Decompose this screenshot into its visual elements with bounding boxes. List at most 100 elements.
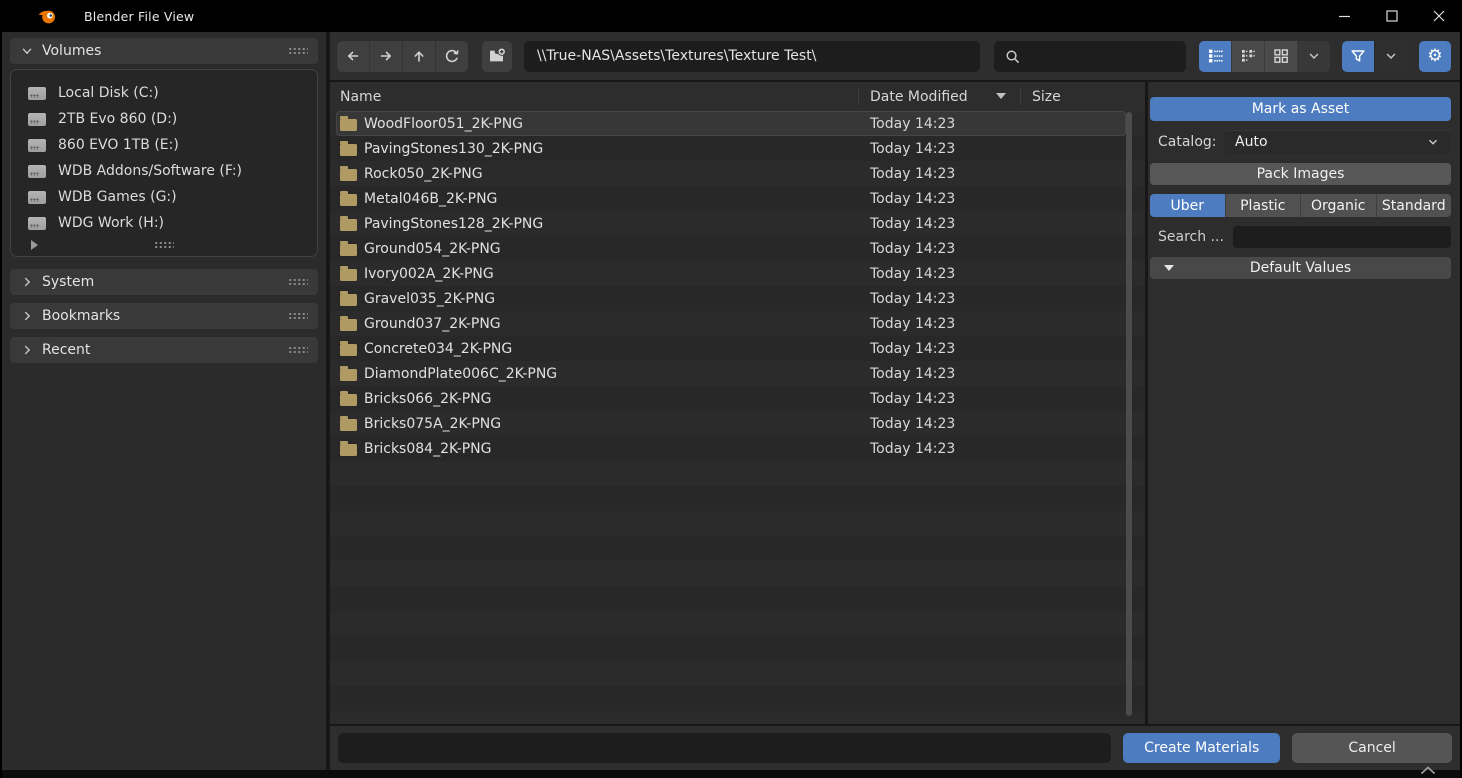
maximize-button[interactable] (1368, 0, 1415, 32)
path-text: \\True-NAS\Assets\Textures\Texture Test\ (537, 48, 816, 64)
file-row[interactable]: DiamondPlate006C_2K-PNGToday 14:23 (336, 361, 1126, 386)
section-label: System (42, 274, 94, 290)
material-type-organic[interactable]: Organic (1301, 194, 1377, 217)
file-row[interactable]: Ground037_2K-PNGToday 14:23 (336, 311, 1126, 336)
file-row[interactable]: WoodFloor051_2K-PNG Today 14:23 (336, 111, 1126, 136)
chevron-up-icon[interactable] (1420, 759, 1436, 778)
chevron-down-icon (1383, 48, 1399, 64)
file-row[interactable]: Metal046B_2K-PNGToday 14:23 (336, 186, 1126, 211)
file-row[interactable]: Concrete034_2K-PNGToday 14:23 (336, 336, 1126, 361)
path-input[interactable]: \\True-NAS\Assets\Textures\Texture Test\ (524, 41, 980, 72)
file-row[interactable]: Ground054_2K-PNGToday 14:23 (336, 236, 1126, 261)
grip-handle-icon[interactable] (288, 312, 308, 320)
volume-item[interactable]: 2TB Evo 860 (D:) (11, 106, 317, 132)
arrow-right-icon (377, 47, 395, 65)
volume-item[interactable]: WDB Games (G:) (11, 184, 317, 210)
grip-handle-icon[interactable] (288, 47, 308, 55)
folder-icon (340, 244, 357, 256)
sidebar-section-bookmarks[interactable]: Bookmarks (10, 303, 318, 329)
filename-input[interactable] (338, 733, 1111, 763)
sort-descending-icon[interactable] (996, 93, 1006, 99)
filter-button[interactable] (1342, 41, 1374, 72)
default-values-label: Default Values (1250, 260, 1351, 276)
file-name: WoodFloor051_2K-PNG (364, 116, 523, 132)
file-row[interactable]: PavingStones128_2K-PNGToday 14:23 (336, 211, 1126, 236)
folder-icon (340, 444, 357, 456)
resize-grip-icon[interactable] (154, 241, 174, 249)
refresh-icon (443, 47, 461, 65)
main-area: \\True-NAS\Assets\Textures\Texture Test\ (330, 32, 1460, 770)
filter-dropdown[interactable] (1374, 41, 1407, 72)
file-row[interactable]: Rock050_2K-PNGToday 14:23 (336, 161, 1126, 186)
file-row[interactable]: Gravel035_2K-PNGToday 14:23 (336, 286, 1126, 311)
volume-item[interactable]: WDG Work (H:) (11, 210, 317, 236)
settings-button[interactable]: ⚙ (1419, 41, 1451, 72)
file-name: Concrete034_2K-PNG (364, 341, 512, 357)
catalog-value: Auto (1235, 134, 1268, 150)
new-folder-button[interactable] (482, 41, 512, 72)
sidebar-section-volumes[interactable]: Volumes (10, 38, 318, 64)
arrow-up-icon (410, 47, 428, 65)
close-button[interactable] (1415, 0, 1462, 32)
right-panel: Mark as Asset Catalog: Auto Pack Images … (1148, 82, 1460, 724)
material-type-plastic[interactable]: Plastic (1226, 194, 1302, 217)
folder-icon (340, 369, 357, 381)
filter-controls (1342, 41, 1407, 72)
search-icon (1004, 48, 1021, 65)
default-values-header[interactable]: Default Values (1150, 257, 1451, 279)
minimize-button[interactable] (1321, 0, 1368, 32)
search-input[interactable] (994, 41, 1186, 72)
window-controls (1321, 0, 1462, 32)
volume-item[interactable]: 860 EVO 1TB (E:) (11, 132, 317, 158)
file-row[interactable]: Ivory002A_2K-PNGToday 14:23 (336, 261, 1126, 286)
file-browser-editor: Volumes Local Disk (C:)2TB Evo 860 (D:)8… (2, 32, 1460, 770)
volume-item[interactable]: WDB Addons/Software (F:) (11, 158, 317, 184)
section-label: Bookmarks (42, 308, 120, 324)
footer-bar: Create Materials Cancel (330, 726, 1460, 770)
file-date-modified: Today 14:23 (870, 116, 955, 132)
volume-item[interactable]: Local Disk (C:) (11, 80, 317, 106)
window-bottom-edge (2, 770, 1460, 778)
vertical-list-icon (1206, 47, 1224, 65)
up-directory-button[interactable] (403, 41, 436, 72)
file-date-modified: Today 14:23 (870, 416, 955, 432)
pack-images-button[interactable]: Pack Images (1150, 163, 1451, 185)
horizontal-list-view-button[interactable] (1232, 41, 1265, 72)
column-header-date-modified[interactable]: Date Modified (870, 89, 968, 105)
mark-as-asset-button[interactable]: Mark as Asset (1150, 97, 1451, 121)
material-type-uber[interactable]: Uber (1150, 194, 1226, 217)
panel-search-row: Search ... (1150, 226, 1451, 248)
sidebar-section-system[interactable]: System (10, 269, 318, 295)
forward-button[interactable] (370, 41, 403, 72)
catalog-dropdown[interactable]: Auto (1224, 130, 1451, 154)
display-settings-dropdown[interactable] (1298, 41, 1330, 72)
file-date-modified: Today 14:23 (870, 366, 955, 382)
vertical-list-view-button[interactable] (1199, 41, 1232, 72)
expand-arrow-icon[interactable] (31, 240, 38, 250)
column-header-row: Name Date Modified Size (330, 82, 1145, 111)
file-row[interactable]: Bricks084_2K-PNGToday 14:23 (336, 436, 1126, 461)
file-row[interactable]: Bricks075A_2K-PNGToday 14:23 (336, 411, 1126, 436)
file-name: Rock050_2K-PNG (364, 166, 483, 182)
file-row[interactable]: Bricks066_2K-PNGToday 14:23 (336, 386, 1126, 411)
file-list-body: WoodFloor051_2K-PNG Today 14:23 PavingSton… (330, 111, 1145, 724)
sidebar-section-recent[interactable]: Recent (10, 337, 318, 363)
back-button[interactable] (337, 41, 370, 72)
folder-icon (340, 194, 357, 206)
folder-icon (340, 269, 357, 281)
panel-search-input[interactable] (1233, 226, 1451, 248)
create-materials-button[interactable]: Create Materials (1123, 733, 1280, 763)
folder-icon (340, 219, 357, 231)
file-date-modified: Today 14:23 (870, 241, 955, 257)
blender-file-view-window: Blender File View Volumes Local Disk (C:… (0, 0, 1462, 778)
column-header-name[interactable]: Name (340, 89, 381, 105)
chevron-down-icon (20, 44, 34, 58)
vertical-scrollbar[interactable] (1126, 112, 1132, 716)
material-type-standard[interactable]: Standard (1377, 194, 1452, 217)
grip-handle-icon[interactable] (288, 278, 308, 286)
thumbnail-view-button[interactable] (1265, 41, 1298, 72)
file-row[interactable]: PavingStones130_2K-PNGToday 14:23 (336, 136, 1126, 161)
column-header-size[interactable]: Size (1032, 89, 1061, 105)
refresh-button[interactable] (436, 41, 468, 72)
grip-handle-icon[interactable] (288, 346, 308, 354)
